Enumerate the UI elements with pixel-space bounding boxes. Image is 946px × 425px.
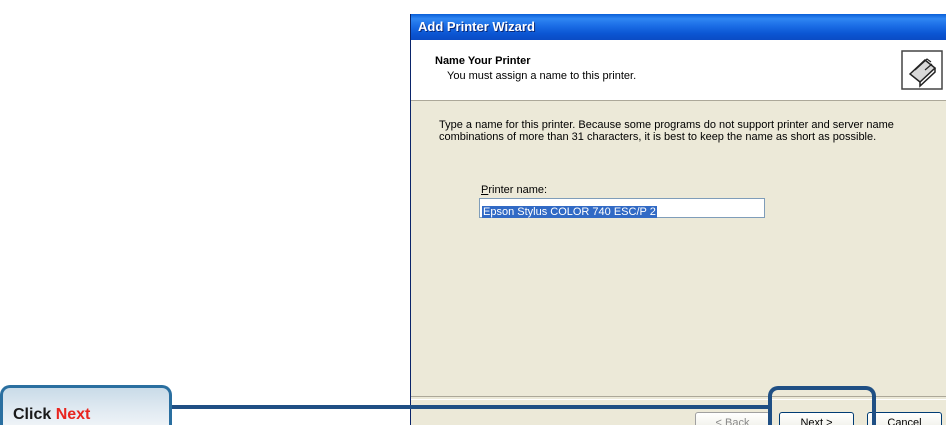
cancel-button[interactable]: Cancel — [867, 412, 942, 425]
instructions-text: Type a name for this printer. Because so… — [439, 119, 894, 143]
click-next-callout: Click Next — [0, 385, 172, 425]
add-printer-wizard-window: Add Printer Wizard Name Your Printer You… — [410, 14, 946, 425]
page-subtitle: You must assign a name to this printer. — [447, 70, 637, 82]
back-button[interactable]: < Back — [695, 412, 770, 425]
printer-name-label-text: rinter name: — [488, 184, 548, 196]
wizard-header: Name Your Printer You must assign a name… — [411, 40, 946, 101]
window-title: Add Printer Wizard — [411, 14, 946, 40]
printer-name-value: Epson Stylus COLOR 740 ESC/P 2 — [482, 206, 657, 218]
printer-name-label: Printer name: — [481, 184, 547, 196]
callout-leader-line — [172, 405, 768, 409]
printer-name-input[interactable]: Epson Stylus COLOR 740 ESC/P 2 — [479, 198, 765, 218]
page-title: Name Your Printer — [435, 55, 531, 67]
next-button-highlight — [768, 386, 876, 425]
callout-highlight: Next — [55, 406, 91, 423]
printer-wizard-icon — [901, 50, 943, 90]
callout-prefix: Click — [13, 406, 52, 423]
